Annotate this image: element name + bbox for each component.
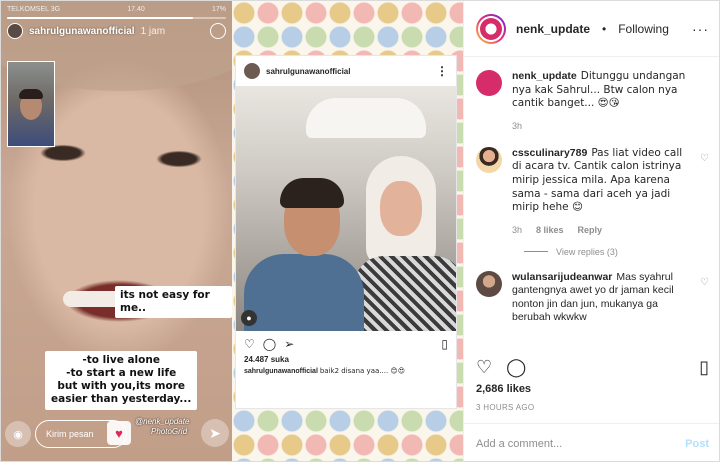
bookmark-icon[interactable]: ▯	[441, 337, 448, 351]
post-header: nenk_update • Following ···	[464, 1, 719, 57]
replies-divider	[524, 251, 548, 252]
story-avatar[interactable]	[7, 23, 23, 39]
view-replies-label: View replies (3)	[556, 246, 618, 257]
comment-input[interactable]: Add a comment...	[476, 438, 685, 450]
collage-background: sahrulgunawanofficial ⋮ ● ♡ ◯ ➢ ▯ 24.487…	[232, 1, 463, 461]
add-comment-bar: Add a comment... Post	[464, 423, 719, 461]
comment-username[interactable]: cssculinary789	[512, 147, 587, 159]
post-card-header: sahrulgunawanofficial ⋮	[236, 56, 456, 86]
comment-body: nenk_update Ditunggu undangan nya kak Sah…	[512, 70, 709, 133]
caption-text: baik2 disana yaa.... 😊😍	[319, 367, 405, 375]
comment-body: cssculinary789 Pas liat video call di aca…	[512, 147, 709, 237]
car-window	[306, 98, 426, 138]
more-options-icon[interactable]: ···	[692, 21, 709, 37]
photo-man-body	[244, 254, 364, 331]
story-time: 1 jam	[140, 25, 166, 37]
like-icon[interactable]: ♡	[244, 337, 255, 351]
sticker-line: easier than yesterday...	[51, 393, 192, 407]
comment-like-icon[interactable]: ♡	[700, 277, 709, 288]
caption-username[interactable]: sahrulgunawanofficial	[244, 368, 318, 375]
watermark-app: PhotoGrid	[151, 427, 188, 437]
story-text-sticker-2: -to live alone -to start a new life but …	[45, 351, 198, 410]
story-header: sahrulgunawanofficial 1 jam	[7, 23, 165, 39]
comment-meta: 3h	[512, 121, 691, 133]
post-card-likes: 24.487 suka	[244, 355, 289, 364]
watermark: @nenk_update PhotoGrid	[135, 417, 189, 438]
following-button[interactable]: Following	[618, 22, 669, 36]
sticker-line: but with you,its more	[51, 380, 192, 394]
video-call-thumbnail[interactable]	[7, 61, 55, 147]
comment-item: cssculinary789 Pas liat video call di aca…	[476, 146, 709, 237]
comment-icon[interactable]: ◯	[506, 357, 526, 378]
commenter-avatar[interactable]	[476, 270, 502, 297]
comment-body: wulansarijudeanwar Mas syahrul gantengnya…	[512, 271, 709, 326]
post-actions: ♡ ◯ ▯	[476, 353, 709, 381]
story-username[interactable]: sahrulgunawanofficial	[29, 26, 135, 37]
story-camera-button[interactable]: ◉	[5, 421, 31, 447]
photo-man-hair	[280, 178, 344, 208]
more-options-icon[interactable]: ⋮	[436, 65, 448, 77]
comments-list: nenk_update Ditunggu undangan nya kak Sah…	[464, 58, 719, 341]
camera-icon: ◉	[13, 428, 23, 441]
comment-item: nenk_update Ditunggu undangan nya kak Sah…	[476, 70, 709, 133]
story-progress-bar	[7, 17, 226, 19]
account-avatar[interactable]	[476, 13, 506, 44]
comment-meta: 3h 8 likes Reply	[512, 225, 691, 237]
comment-icon[interactable]: ◯	[263, 337, 276, 351]
share-icon[interactable]: ➢	[284, 337, 294, 351]
comment-time: 3h	[512, 224, 523, 235]
post-comment-button[interactable]: Post	[685, 438, 709, 450]
photo-woman-face	[380, 181, 422, 236]
post-card-caption: sahrulgunawanofficial baik2 disana yaa..…	[236, 364, 456, 375]
avatar-inner	[478, 15, 504, 42]
user-tag-icon[interactable]: ●	[241, 310, 257, 326]
heart-sticker-icon[interactable]: ♥	[107, 421, 131, 445]
post-card-username[interactable]: sahrulgunawanofficial	[266, 67, 350, 76]
comment-username[interactable]: nenk_update	[512, 70, 577, 82]
photo-woman-body	[354, 256, 456, 331]
sticker-line: -to start a new life	[51, 367, 192, 381]
commenter-avatar[interactable]	[476, 146, 502, 173]
story-text-sticker-1: its not easy for me..	[115, 286, 232, 319]
pip-hair	[19, 89, 43, 99]
post-sidebar: nenk_update • Following ··· nenk_update D…	[463, 1, 719, 461]
comment-item: wulansarijudeanwar Mas syahrul gantengnya…	[476, 270, 709, 326]
post-photo[interactable]: ●	[236, 86, 456, 331]
comment-time: 3h	[512, 120, 523, 131]
instagram-post-screenshot: TELKOMSEL 3G 17.40 17% sahrulgunawanoffi…	[0, 0, 720, 462]
header-separator: •	[602, 21, 607, 36]
post-timestamp: 3 HOURS AGO	[476, 403, 535, 412]
bookmark-icon[interactable]: ▯	[699, 357, 709, 378]
camera-switch-icon[interactable]	[210, 23, 226, 39]
comment-username[interactable]: wulansarijudeanwar	[512, 271, 612, 283]
post-card-actions: ♡ ◯ ➢ ▯	[236, 331, 456, 351]
comment-likes[interactable]: 8 likes	[536, 225, 564, 237]
likes-count[interactable]: 2,686 likes	[476, 383, 531, 395]
story-progress-fill	[7, 17, 194, 19]
like-icon[interactable]: ♡	[476, 357, 492, 378]
post-card: sahrulgunawanofficial ⋮ ● ♡ ◯ ➢ ▯ 24.487…	[235, 55, 457, 409]
comment-like-icon[interactable]: ♡	[700, 153, 709, 164]
view-replies-button[interactable]: View replies (3)	[524, 247, 709, 257]
sticker-line: -to live alone	[51, 354, 192, 368]
account-logo	[480, 17, 502, 40]
account-username[interactable]: nenk_update	[516, 22, 590, 36]
reply-button[interactable]: Reply	[578, 225, 603, 237]
post-card-avatar[interactable]	[244, 63, 260, 79]
story-panel: TELKOMSEL 3G 17.40 17% sahrulgunawanoffi…	[1, 1, 232, 461]
send-icon[interactable]: ➤	[201, 419, 229, 447]
watermark-handle: @nenk_update	[135, 417, 190, 426]
commenter-avatar[interactable]	[476, 70, 502, 96]
